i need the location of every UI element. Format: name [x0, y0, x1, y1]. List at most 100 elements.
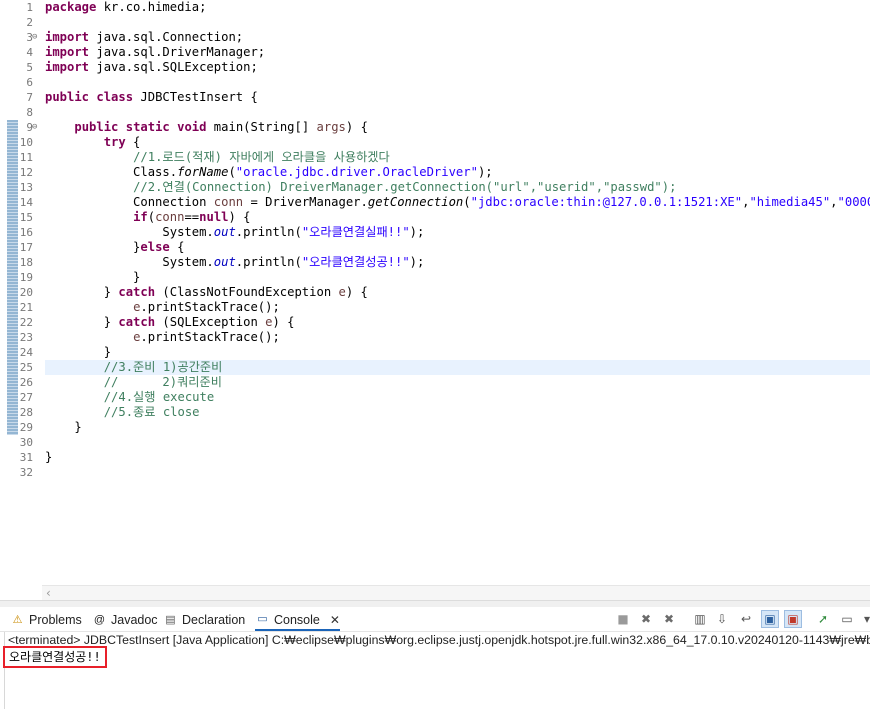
remove-all-terminated-icon[interactable]: ✖	[660, 610, 678, 628]
horizontal-scrollbar[interactable]: ‹	[42, 585, 870, 600]
tab-console[interactable]: ▭ Console ✕	[255, 610, 340, 631]
code-line[interactable]: }	[45, 345, 870, 360]
display-console-icon[interactable]: ▭	[838, 610, 856, 628]
code-line[interactable]: }	[45, 420, 870, 435]
code-line[interactable]: } catch (ClassNotFoundException e) {	[45, 285, 870, 300]
code-line[interactable]	[45, 75, 870, 90]
code-line[interactable]	[45, 435, 870, 450]
code-line[interactable]: if(conn==null) {	[45, 210, 870, 225]
code-line[interactable]: }	[45, 270, 870, 285]
code-token: "0000"	[837, 195, 870, 209]
code-token: {	[169, 240, 185, 254]
show-on-stderr-icon[interactable]: ▣	[784, 610, 802, 628]
code-line[interactable]: //4.실행 execute	[45, 390, 870, 405]
line-number: 24	[19, 346, 33, 359]
code-editor[interactable]: 1 2 3 ⊖ 4 5 6 7 8 9 ⊖ 10 11 12 13 14 15 16 17 18 19 20 21 22 23 2…	[0, 0, 870, 600]
fold-collapse-icon[interactable]: ⊖	[32, 33, 41, 42]
code-token: conn	[213, 195, 244, 209]
code-token: }	[45, 450, 53, 464]
line-number: 9	[26, 121, 33, 134]
line-number: 11	[19, 151, 33, 164]
code-line[interactable]: import java.sql.SQLException;	[45, 60, 870, 75]
code-line[interactable]: import java.sql.Connection;	[45, 30, 870, 45]
code-token: public	[74, 120, 119, 134]
line-number-gutter: 1 2 3 ⊖ 4 5 6 7 8 9 ⊖ 10 11 12 13 14 15 16 17 18 19 20 21 22 23 2…	[0, 0, 42, 585]
clear-console-icon[interactable]: ▥	[691, 610, 709, 628]
code-line[interactable]: // 2)쿼리준비	[45, 375, 870, 390]
code-line[interactable]: public class JDBCTestInsert {	[45, 90, 870, 105]
line-number: 27	[19, 391, 33, 404]
code-token: Connection	[45, 195, 214, 209]
line-number: 17	[19, 241, 33, 254]
code-line[interactable]: try {	[45, 135, 870, 150]
console-output: 오라클연결성공!!	[3, 646, 107, 668]
scroll-lock-icon[interactable]: ⇩	[713, 610, 731, 628]
code-line[interactable]: //3.준비 1)공간준비	[45, 360, 870, 375]
code-line[interactable]: System.out.println("오라클연결성공!!");	[45, 255, 870, 270]
code-line[interactable]: }else {	[45, 240, 870, 255]
line-number: 10	[19, 136, 33, 149]
tab-declaration[interactable]: ▤ Declaration	[163, 610, 245, 630]
tab-label: Javadoc	[111, 613, 158, 627]
line-number: 28	[19, 406, 33, 419]
code-token: ) {	[345, 120, 368, 134]
code-token: if	[133, 210, 148, 224]
line-number: 30	[19, 436, 33, 449]
code-line[interactable]: Connection conn = DriverManager.getConne…	[45, 195, 870, 210]
code-line[interactable]: System.out.println("오라클연결실패!!");	[45, 225, 870, 240]
code-token: void	[177, 120, 207, 134]
code-line[interactable]	[45, 465, 870, 480]
code-token: (ClassNotFoundException	[155, 285, 339, 299]
line-number: 16	[19, 226, 33, 239]
code-token: try	[103, 135, 126, 149]
code-line[interactable]: e.printStackTrace();	[45, 330, 870, 345]
code-token: .printStackTrace();	[140, 330, 280, 344]
code-line[interactable]: //2.연결(Connection) DreiverManager.getCon…	[45, 180, 870, 195]
remove-launch-icon[interactable]: ✖	[637, 610, 655, 628]
pin-console-icon[interactable]: ➚	[814, 610, 832, 628]
code-line[interactable]: public static void main(String[] args) {	[45, 120, 870, 135]
panel-divider[interactable]	[0, 600, 870, 607]
word-wrap-icon[interactable]: ↩	[737, 610, 755, 628]
show-on-stdout-icon[interactable]: ▣	[761, 610, 779, 628]
fold-collapse-icon[interactable]: ⊖	[32, 123, 41, 132]
code-line[interactable]: }	[45, 450, 870, 465]
code-line[interactable]: import java.sql.DriverManager;	[45, 45, 870, 60]
code-token: );	[477, 165, 493, 179]
code-token: "오라클연결성공!!"	[301, 255, 410, 269]
tab-problems[interactable]: ⚠ Problems	[10, 610, 82, 630]
tab-label: Problems	[29, 613, 82, 627]
code-line[interactable]: Class.forName("oracle.jdbc.driver.Oracle…	[45, 165, 870, 180]
code-line[interactable]: e.printStackTrace();	[45, 300, 870, 315]
console-view[interactable]: <terminated> JDBCTestInsert [Java Applic…	[0, 632, 870, 709]
terminate-icon[interactable]: ■	[614, 610, 632, 628]
code-token: {	[125, 135, 141, 149]
code-token: main(String[]	[206, 120, 317, 134]
code-token: //3.준비 1)공간준비	[103, 360, 223, 374]
code-token: (	[147, 210, 156, 224]
code-token: //4.실행 execute	[103, 390, 215, 404]
code-line[interactable]: } catch (SQLException e) {	[45, 315, 870, 330]
code-line[interactable]: package kr.co.himedia;	[45, 0, 870, 15]
code-token: "jdbc:oracle:thin:@127.0.0.1:1521:XE"	[470, 195, 743, 209]
dropdown-icon[interactable]: ▾	[858, 610, 870, 628]
code-line[interactable]	[45, 15, 870, 30]
code-token: = DriverManager.	[243, 195, 368, 209]
line-number: 20	[19, 286, 33, 299]
code-token: import	[45, 45, 90, 59]
scroll-left-icon[interactable]: ‹	[46, 586, 51, 600]
code-token: System.	[45, 225, 214, 239]
code-line[interactable]: //1.로드(적재) 자바에게 오라클을 사용하겠다	[45, 150, 870, 165]
code-line[interactable]: //5.종료 close	[45, 405, 870, 420]
code-token: "oracle.jdbc.driver.OracleDriver"	[235, 165, 478, 179]
close-tab-icon[interactable]: ✕	[330, 610, 340, 630]
tab-javadoc[interactable]: @ Javadoc	[92, 610, 158, 630]
code-line[interactable]	[45, 105, 870, 120]
code-token: ) {	[345, 285, 368, 299]
